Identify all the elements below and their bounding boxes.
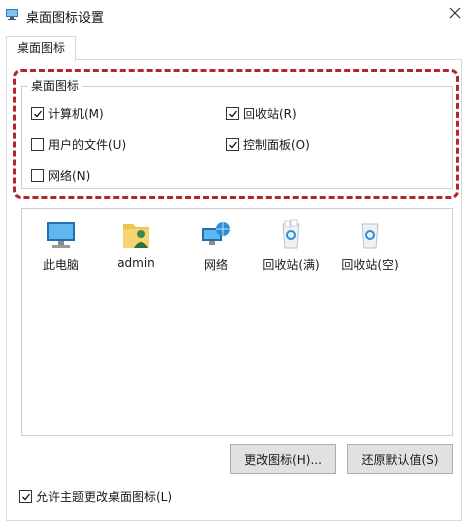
icon-item-this-pc[interactable]: 此电脑 bbox=[28, 218, 94, 276]
desktop-settings-icon bbox=[6, 9, 18, 20]
icon-label: 网络 bbox=[203, 258, 228, 272]
icon-item-recycle-bin-empty[interactable]: 回收站(空) bbox=[337, 218, 403, 276]
recycle-bin-full-icon bbox=[282, 219, 300, 249]
checkbox-label: 网络(N) bbox=[48, 169, 91, 183]
checkbox-network[interactable]: 网络(N) bbox=[31, 167, 90, 184]
tab-label: 桌面图标 bbox=[17, 41, 66, 55]
checkbox-label: 用户的文件(U) bbox=[48, 138, 127, 152]
icon-item-recycle-bin-full[interactable]: 回收站(满) bbox=[258, 218, 324, 276]
checkmark-icon bbox=[33, 110, 42, 117]
user-folder-icon bbox=[123, 224, 149, 248]
checkbox-label: 回收站(R) bbox=[243, 107, 297, 121]
checkmark-icon bbox=[228, 110, 237, 117]
checkbox-user-files[interactable]: 用户的文件(U) bbox=[31, 136, 126, 153]
checkbox-control-panel[interactable]: 控制面板(O) bbox=[226, 136, 310, 153]
checkbox-box bbox=[226, 107, 239, 120]
checkbox-box bbox=[31, 138, 44, 151]
window-title: 桌面图标设置 bbox=[26, 11, 105, 26]
icon-label: 回收站(空) bbox=[341, 258, 399, 272]
change-icon-button[interactable]: 更改图标(H)... bbox=[230, 444, 336, 474]
checkbox-box bbox=[19, 490, 32, 503]
computer-icon bbox=[47, 222, 75, 248]
button-label: 还原默认值(S) bbox=[361, 452, 439, 467]
checkbox-box bbox=[31, 107, 44, 120]
checkbox-label: 控制面板(O) bbox=[243, 138, 310, 152]
icon-label: 回收站(满) bbox=[262, 258, 320, 272]
checkbox-computer[interactable]: 计算机(M) bbox=[31, 105, 104, 122]
checkbox-label: 允许主题更改桌面图标(L) bbox=[36, 490, 173, 504]
icon-item-admin[interactable]: admin bbox=[103, 218, 169, 276]
button-label: 更改图标(H)... bbox=[244, 452, 322, 467]
checkbox-recycle-bin[interactable]: 回收站(R) bbox=[226, 105, 297, 122]
tab-desktop-icons[interactable]: 桌面图标 bbox=[6, 36, 77, 61]
checkbox-box bbox=[226, 138, 239, 151]
checkbox-label: 计算机(M) bbox=[48, 107, 104, 121]
groupbox-label: 桌面图标 bbox=[28, 77, 83, 94]
title-bar: 桌面图标设置 bbox=[0, 0, 468, 32]
icon-label: 此电脑 bbox=[42, 258, 79, 272]
close-icon[interactable] bbox=[446, 4, 464, 22]
checkbox-allow-theme-change[interactable]: 允许主题更改桌面图标(L) bbox=[19, 488, 172, 505]
recycle-bin-empty-icon bbox=[361, 223, 379, 249]
checkmark-icon bbox=[228, 141, 237, 148]
network-icon bbox=[202, 222, 230, 245]
restore-default-button[interactable]: 还原默认值(S) bbox=[347, 444, 453, 474]
icon-item-network[interactable]: 网络 bbox=[183, 218, 249, 276]
checkbox-box bbox=[31, 169, 44, 182]
checkmark-icon bbox=[21, 493, 30, 500]
icon-label: admin bbox=[117, 256, 155, 270]
